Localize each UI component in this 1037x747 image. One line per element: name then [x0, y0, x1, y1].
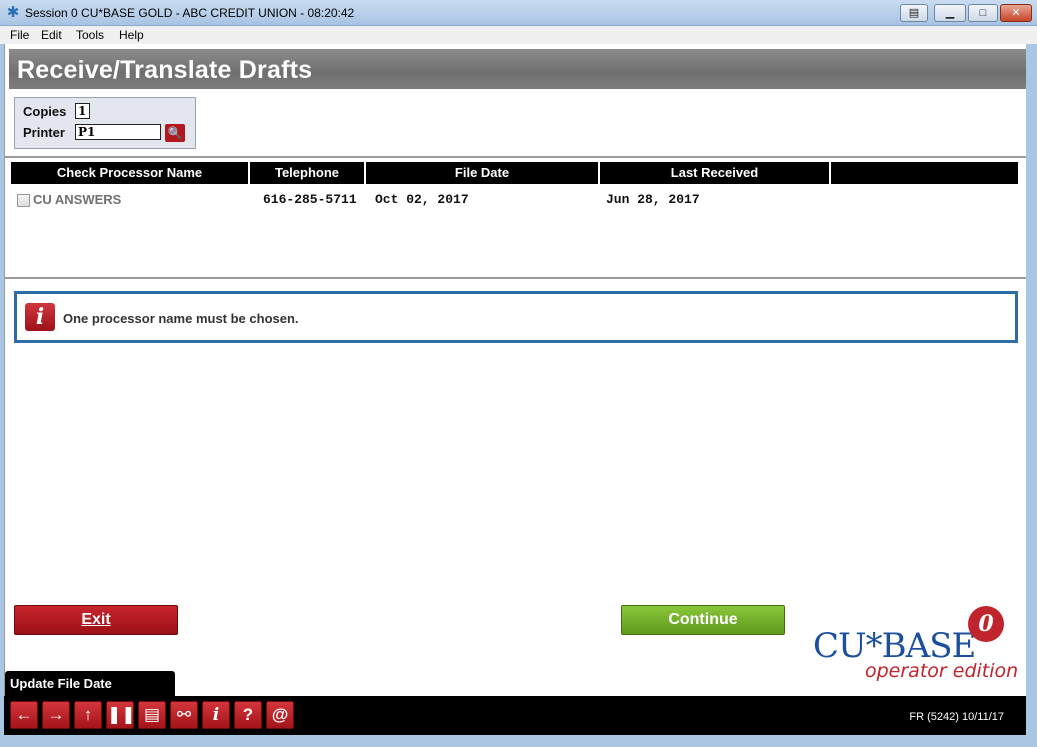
app-star-icon: ✱: [6, 4, 20, 21]
col-telephone[interactable]: Telephone: [250, 162, 366, 184]
email-icon[interactable]: @: [266, 701, 294, 729]
logo-sub-text: operator edition: [865, 660, 1019, 682]
exit-button[interactable]: Exit: [14, 605, 178, 635]
copies-input[interactable]: 1: [75, 103, 90, 119]
menu-bar: File Edit Tools Help: [0, 26, 1037, 44]
forward-arrow-icon[interactable]: →: [42, 701, 70, 729]
copies-label: Copies: [23, 104, 67, 119]
file-date-value: Oct 02, 2017: [375, 192, 469, 207]
page-header: Receive/Translate Drafts: [9, 49, 1026, 89]
info-icon[interactable]: i: [202, 701, 230, 729]
page-title: Receive/Translate Drafts: [17, 56, 313, 84]
pause-icon[interactable]: ❚❚: [106, 701, 136, 729]
window-title: Session 0 CU*BASE GOLD - ABC CREDIT UNIO…: [25, 6, 355, 20]
col-last-received[interactable]: Last Received: [600, 162, 831, 184]
help-icon[interactable]: ?: [234, 701, 262, 729]
divider: [5, 156, 1026, 158]
minimize-button[interactable]: ▁: [934, 4, 966, 22]
table-row[interactable]: CU ANSWERS 616-285-5711 Oct 02, 2017 Jun…: [11, 190, 1018, 208]
col-check-processor-name[interactable]: Check Processor Name: [11, 162, 250, 184]
message-box: i One processor name must be chosen.: [14, 291, 1018, 343]
menu-edit[interactable]: Edit: [41, 28, 62, 42]
menu-tools[interactable]: Tools: [76, 28, 104, 42]
printer-lookup-icon[interactable]: 🔍: [165, 124, 185, 142]
bottom-toolbar: ← → ↑ ❚❚ ▤ ⚯ i ? @ FR (5242) 10/11/17: [4, 696, 1026, 735]
col-blank: [831, 162, 1018, 184]
continue-button[interactable]: Continue: [621, 605, 785, 635]
update-file-date-tab[interactable]: Update File Date: [5, 671, 175, 696]
close-button[interactable]: ✕: [1000, 4, 1032, 22]
processor-name[interactable]: CU ANSWERS: [33, 192, 121, 207]
message-text: One processor name must be chosen.: [63, 311, 299, 326]
link-icon[interactable]: ⚯: [170, 701, 198, 729]
last-received-value: Jun 28, 2017: [606, 192, 700, 207]
row-checkbox[interactable]: [17, 194, 30, 207]
window-titlebar: ✱ Session 0 CU*BASE GOLD - ABC CREDIT UN…: [0, 0, 1037, 26]
divider: [5, 277, 1026, 279]
restore-layout-icon[interactable]: ▤: [900, 4, 928, 22]
maximize-button[interactable]: □: [968, 4, 998, 22]
printer-label: Printer: [23, 125, 65, 140]
up-arrow-icon[interactable]: ↑: [74, 701, 102, 729]
grid-header: Check Processor Name Telephone File Date…: [11, 162, 1018, 184]
printer-input[interactable]: P1: [75, 124, 161, 140]
telephone-value: 616-285-5711: [263, 192, 357, 207]
col-file-date[interactable]: File Date: [366, 162, 600, 184]
exit-label: Exit: [81, 611, 111, 628]
menu-file[interactable]: File: [10, 28, 29, 42]
cubase-logo: CU*BASE 0 operator edition: [813, 604, 1023, 684]
main-content: Receive/Translate Drafts Copies 1 Printe…: [4, 44, 1026, 696]
status-text: FR (5242) 10/11/17: [909, 711, 1004, 723]
logo-gear-icon: 0: [968, 606, 1004, 642]
info-icon: i: [25, 303, 55, 331]
menu-help[interactable]: Help: [119, 28, 144, 42]
print-icon[interactable]: ▤: [138, 701, 166, 729]
back-arrow-icon[interactable]: ←: [10, 701, 38, 729]
window-frame-bottom: [0, 735, 1037, 747]
print-options-panel: Copies 1 Printer P1 🔍: [14, 97, 196, 149]
